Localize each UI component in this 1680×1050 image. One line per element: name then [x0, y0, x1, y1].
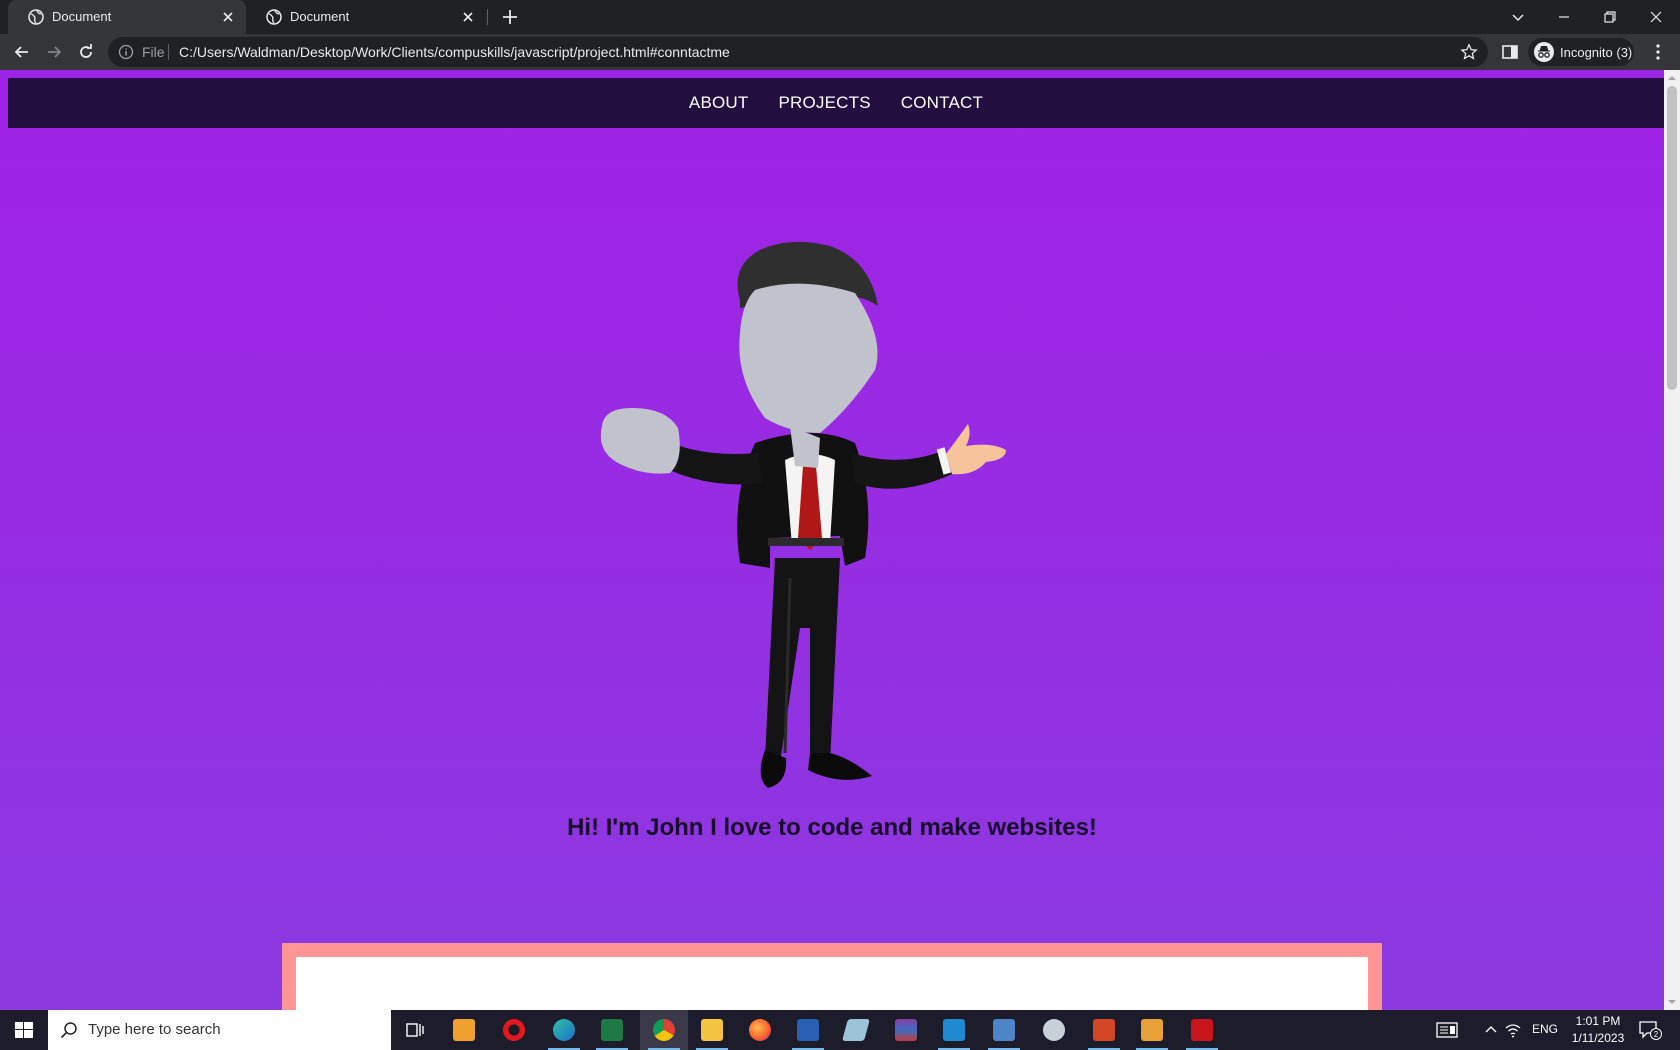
- nav-link-contact[interactable]: CONTACT: [901, 93, 983, 113]
- edge-icon: [553, 1019, 575, 1041]
- forward-arrow-icon[interactable]: [44, 42, 64, 62]
- chrome-button[interactable]: [640, 1010, 688, 1050]
- omnibox-divider: [168, 44, 169, 60]
- close-tab-icon[interactable]: [460, 9, 476, 25]
- address-bar[interactable]: File C:/Users/Waldman/Desktop/Work/Clien…: [108, 37, 1488, 67]
- image-viewer-button[interactable]: [980, 1010, 1028, 1050]
- page-top-strip: [0, 70, 1664, 78]
- system-clock[interactable]: 1:01 PM 1/11/2023: [1566, 1013, 1630, 1047]
- businessman-avatar-image: [600, 241, 1006, 788]
- windows-start-icon[interactable]: [0, 1010, 48, 1050]
- scrollbar-thumb[interactable]: [1667, 86, 1677, 390]
- media-player-button[interactable]: [440, 1010, 488, 1050]
- paint-icon: [1043, 1019, 1065, 1041]
- bookmark-star-icon[interactable]: [1460, 43, 1478, 61]
- excel-button[interactable]: [588, 1010, 636, 1050]
- content-card: [282, 943, 1382, 1010]
- task-view-icon: [406, 1023, 424, 1037]
- file-explorer-button[interactable]: [688, 1010, 736, 1050]
- outlook-icon: [1141, 1019, 1163, 1041]
- browser-tab-2[interactable]: Document: [246, 0, 486, 34]
- scheme-label: File: [142, 44, 165, 60]
- word-button[interactable]: [784, 1010, 832, 1050]
- notification-count: 2: [1654, 1030, 1659, 1039]
- excel-icon: [601, 1019, 623, 1041]
- acrobat-button[interactable]: [1178, 1010, 1226, 1050]
- search-placeholder: Type here to search: [88, 1021, 221, 1038]
- close-window-icon[interactable]: [1646, 7, 1666, 27]
- news-widget-icon[interactable]: [1436, 1021, 1458, 1039]
- tab-strip: Document Document: [0, 0, 1680, 34]
- powerpoint-button[interactable]: [1080, 1010, 1128, 1050]
- restore-icon[interactable]: [1600, 7, 1620, 27]
- winrar-button[interactable]: [882, 1010, 930, 1050]
- search-icon: [60, 1022, 77, 1039]
- tab-title: Document: [52, 9, 112, 24]
- site-navbar: ABOUT PROJECTS CONTACT: [8, 78, 1664, 128]
- hero-intro-text: Hi! I'm John I love to code and make web…: [567, 814, 1097, 841]
- url-text[interactable]: C:/Users/Waldman/Desktop/Work/Clients/co…: [179, 44, 730, 60]
- nav-link-about[interactable]: ABOUT: [689, 93, 749, 113]
- new-tab-icon[interactable]: [500, 7, 520, 27]
- scroll-down-arrow-icon[interactable]: [1664, 994, 1680, 1010]
- clock-time: 1:01 PM: [1575, 1014, 1621, 1028]
- windows-taskbar: Type here to search ENG 1:01 PM 1/11/202…: [0, 1010, 1680, 1050]
- tab-divider: [487, 9, 488, 25]
- tab-search-chevron-icon[interactable]: [1508, 7, 1528, 27]
- firefox-button[interactable]: [736, 1010, 784, 1050]
- minimize-icon[interactable]: [1554, 7, 1574, 27]
- page-viewport: ABOUT PROJECTS CONTACT Hi! I'm John I lo…: [0, 70, 1664, 1010]
- word-icon: [797, 1019, 819, 1041]
- acrobat-icon: [1191, 1019, 1213, 1041]
- chrome-icon: [653, 1019, 675, 1041]
- media-player-icon: [453, 1019, 475, 1041]
- reload-icon[interactable]: [76, 42, 96, 62]
- nav-link-projects[interactable]: PROJECTS: [778, 93, 870, 113]
- taskbar-search-box[interactable]: Type here to search: [48, 1010, 391, 1050]
- side-panel-icon[interactable]: [1500, 42, 1520, 62]
- paint-button[interactable]: [1030, 1010, 1078, 1050]
- scroll-up-arrow-icon[interactable]: [1664, 70, 1680, 86]
- vscode-icon: [943, 1019, 965, 1041]
- outlook-button[interactable]: [1128, 1010, 1176, 1050]
- opera-button[interactable]: [490, 1010, 538, 1050]
- info-icon[interactable]: [118, 44, 134, 60]
- incognito-icon: [1534, 42, 1554, 62]
- notification-center-icon[interactable]: 2: [1638, 1020, 1662, 1040]
- language-indicator[interactable]: ENG: [1532, 1022, 1558, 1036]
- tray-overflow-chevron-icon[interactable]: [1482, 1021, 1500, 1039]
- content-card-body: [296, 957, 1368, 1010]
- browser-toolbar: File C:/Users/Waldman/Desktop/Work/Clien…: [0, 34, 1680, 70]
- opera-icon: [503, 1019, 525, 1041]
- globe-icon: [28, 9, 44, 25]
- edge-button[interactable]: [540, 1010, 588, 1050]
- back-arrow-icon[interactable]: [12, 42, 32, 62]
- winrar-icon: [895, 1019, 917, 1041]
- notes-icon: [842, 1019, 870, 1041]
- close-tab-icon[interactable]: [220, 9, 236, 25]
- page-scrollbar[interactable]: [1664, 70, 1680, 1010]
- incognito-profile-button[interactable]: Incognito (3): [1528, 38, 1634, 66]
- incognito-label: Incognito (3): [1560, 45, 1633, 60]
- file-explorer-icon: [701, 1019, 723, 1041]
- image-viewer-icon: [993, 1019, 1015, 1041]
- powerpoint-icon: [1093, 1019, 1115, 1041]
- network-icon[interactable]: [1504, 1021, 1522, 1039]
- vscode-button[interactable]: [930, 1010, 978, 1050]
- firefox-icon: [749, 1019, 771, 1041]
- notes-button[interactable]: [832, 1010, 880, 1050]
- globe-icon: [266, 9, 282, 25]
- task-view-button[interactable]: [391, 1010, 439, 1050]
- more-menu-icon[interactable]: [1648, 42, 1668, 62]
- clock-date: 1/11/2023: [1571, 1031, 1625, 1045]
- browser-tab-1[interactable]: Document: [8, 0, 246, 34]
- tab-title: Document: [290, 9, 350, 24]
